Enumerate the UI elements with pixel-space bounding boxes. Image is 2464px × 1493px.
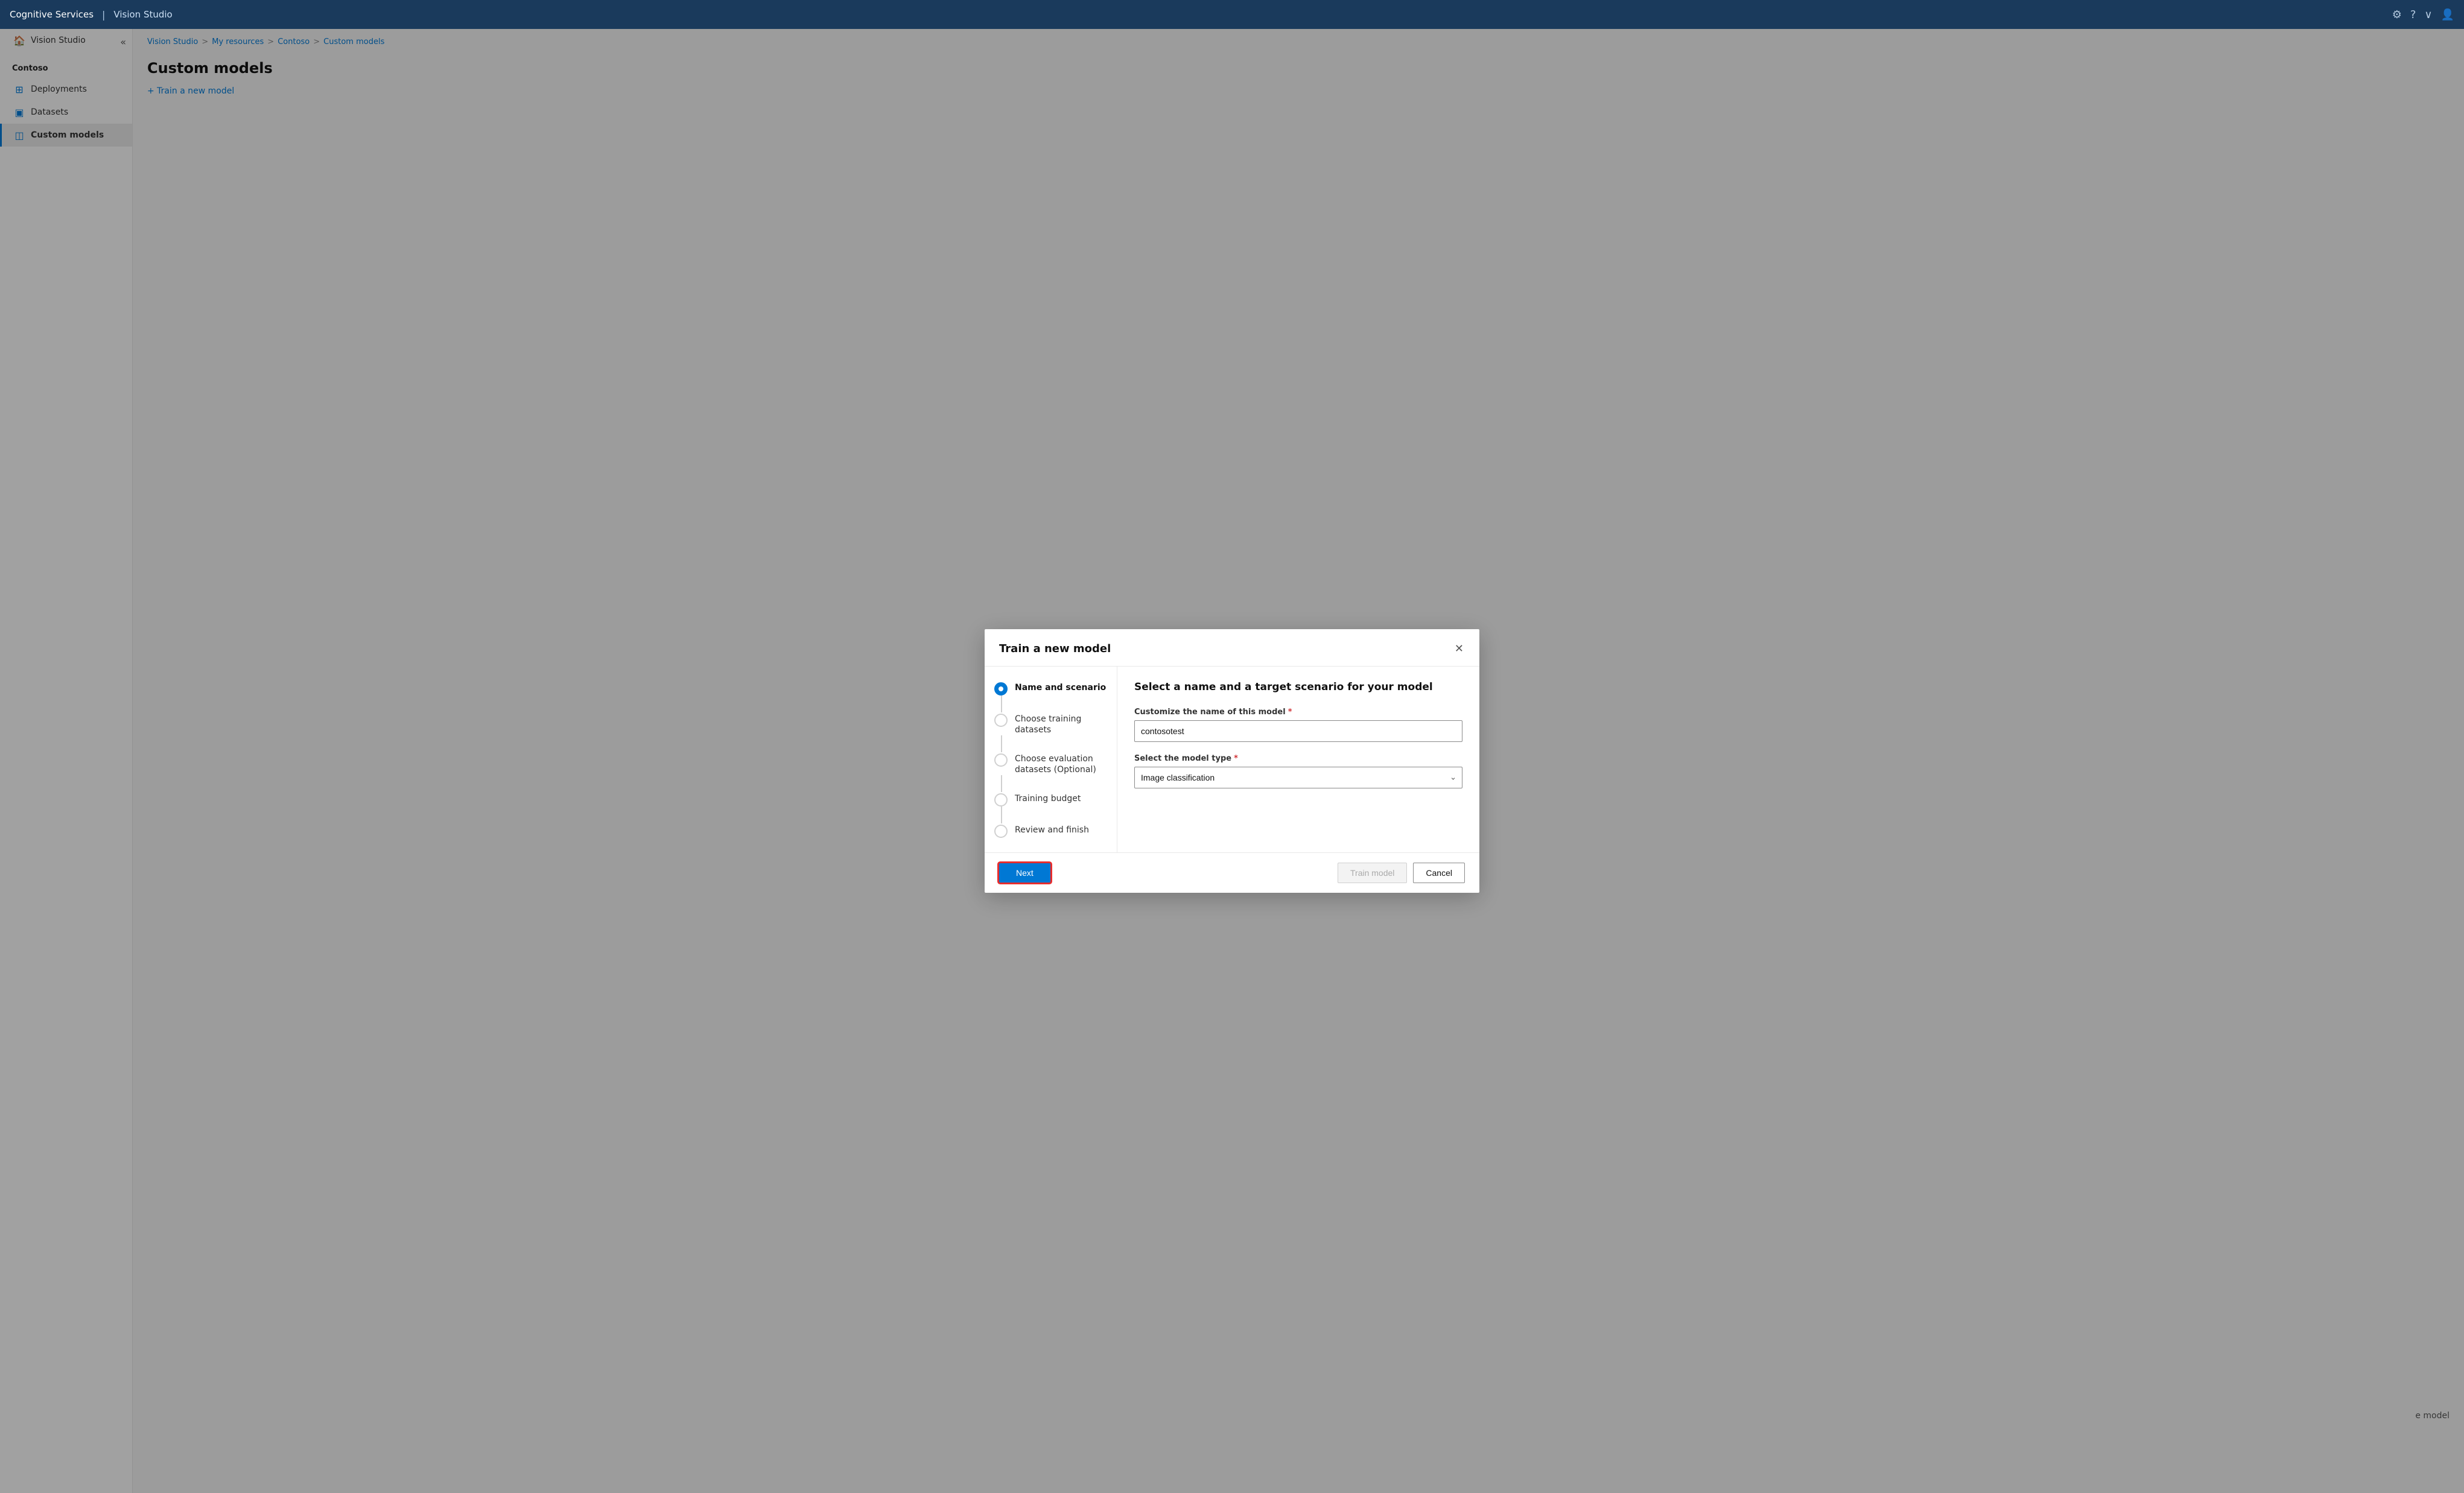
wizard-step-label-5: Review and finish xyxy=(1015,823,1089,835)
account-icon[interactable]: 👤 xyxy=(2441,8,2454,21)
wizard-steps-panel: Name and scenario Choose training datase… xyxy=(985,667,1117,853)
wizard-step-circle-4 xyxy=(994,793,1008,807)
model-type-select-wrapper: Image classification Object detection Pr… xyxy=(1134,767,1462,788)
chevron-down-icon[interactable]: ∨ xyxy=(2424,8,2432,21)
wizard-step-training-budget: Training budget xyxy=(994,792,1107,807)
wizard-step-evaluation-datasets: Choose evaluation datasets (Optional) xyxy=(994,752,1107,775)
topbar: Cognitive Services | Vision Studio ⚙ ? ∨… xyxy=(0,0,2464,29)
wizard-step-name-scenario: Name and scenario xyxy=(994,681,1107,696)
topbar-separator: | xyxy=(102,9,105,21)
modal-footer: Next Train model Cancel xyxy=(985,852,1479,893)
wizard-content-panel: Select a name and a target scenario for … xyxy=(1117,667,1479,853)
wizard-content-title: Select a name and a target scenario for … xyxy=(1134,681,1462,693)
modal-body: Name and scenario Choose training datase… xyxy=(985,667,1479,853)
train-model-modal: Train a new model ✕ Name and scenario Ch… xyxy=(985,629,1479,893)
wizard-step-circle-5 xyxy=(994,825,1008,838)
modal-title: Train a new model xyxy=(999,642,1111,655)
topbar-subtitle: Vision Studio xyxy=(113,9,172,20)
modal-overlay: Train a new model ✕ Name and scenario Ch… xyxy=(0,29,2464,1493)
cancel-button[interactable]: Cancel xyxy=(1413,863,1465,883)
model-name-label: Customize the name of this model * xyxy=(1134,708,1462,717)
model-type-group: Select the model type * Image classifica… xyxy=(1134,754,1462,788)
wizard-step-circle-3 xyxy=(994,753,1008,767)
model-name-input[interactable] xyxy=(1134,720,1462,742)
topbar-title: Cognitive Services xyxy=(10,9,94,20)
train-model-button: Train model xyxy=(1338,863,1407,883)
settings-icon[interactable]: ⚙ xyxy=(2392,8,2402,21)
wizard-step-label-4: Training budget xyxy=(1015,792,1081,804)
wizard-step-review-finish: Review and finish xyxy=(994,823,1107,838)
model-type-required: * xyxy=(1234,754,1238,763)
wizard-step-label-1: Name and scenario xyxy=(1015,681,1106,693)
modal-close-button[interactable]: ✕ xyxy=(1453,641,1465,656)
wizard-step-training-datasets: Choose training datasets xyxy=(994,712,1107,735)
wizard-step-connector-4 xyxy=(1001,807,1002,823)
model-type-label: Select the model type * xyxy=(1134,754,1462,763)
wizard-step-connector-1 xyxy=(1001,696,1002,712)
topbar-icons: ⚙ ? ∨ 👤 xyxy=(2392,8,2454,21)
wizard-step-connector-2 xyxy=(1001,735,1002,752)
next-button[interactable]: Next xyxy=(999,863,1050,883)
topbar-left: Cognitive Services | Vision Studio xyxy=(10,9,173,21)
model-name-group: Customize the name of this model * xyxy=(1134,708,1462,742)
wizard-step-circle-2 xyxy=(994,714,1008,727)
wizard-step-circle-1 xyxy=(994,682,1008,696)
model-name-required: * xyxy=(1288,708,1292,717)
help-icon[interactable]: ? xyxy=(2410,8,2416,21)
wizard-step-label-3: Choose evaluation datasets (Optional) xyxy=(1015,752,1107,775)
wizard-step-connector-3 xyxy=(1001,775,1002,792)
wizard-step-label-2: Choose training datasets xyxy=(1015,712,1107,735)
model-type-select[interactable]: Image classification Object detection Pr… xyxy=(1134,767,1462,788)
modal-header: Train a new model ✕ xyxy=(985,629,1479,667)
